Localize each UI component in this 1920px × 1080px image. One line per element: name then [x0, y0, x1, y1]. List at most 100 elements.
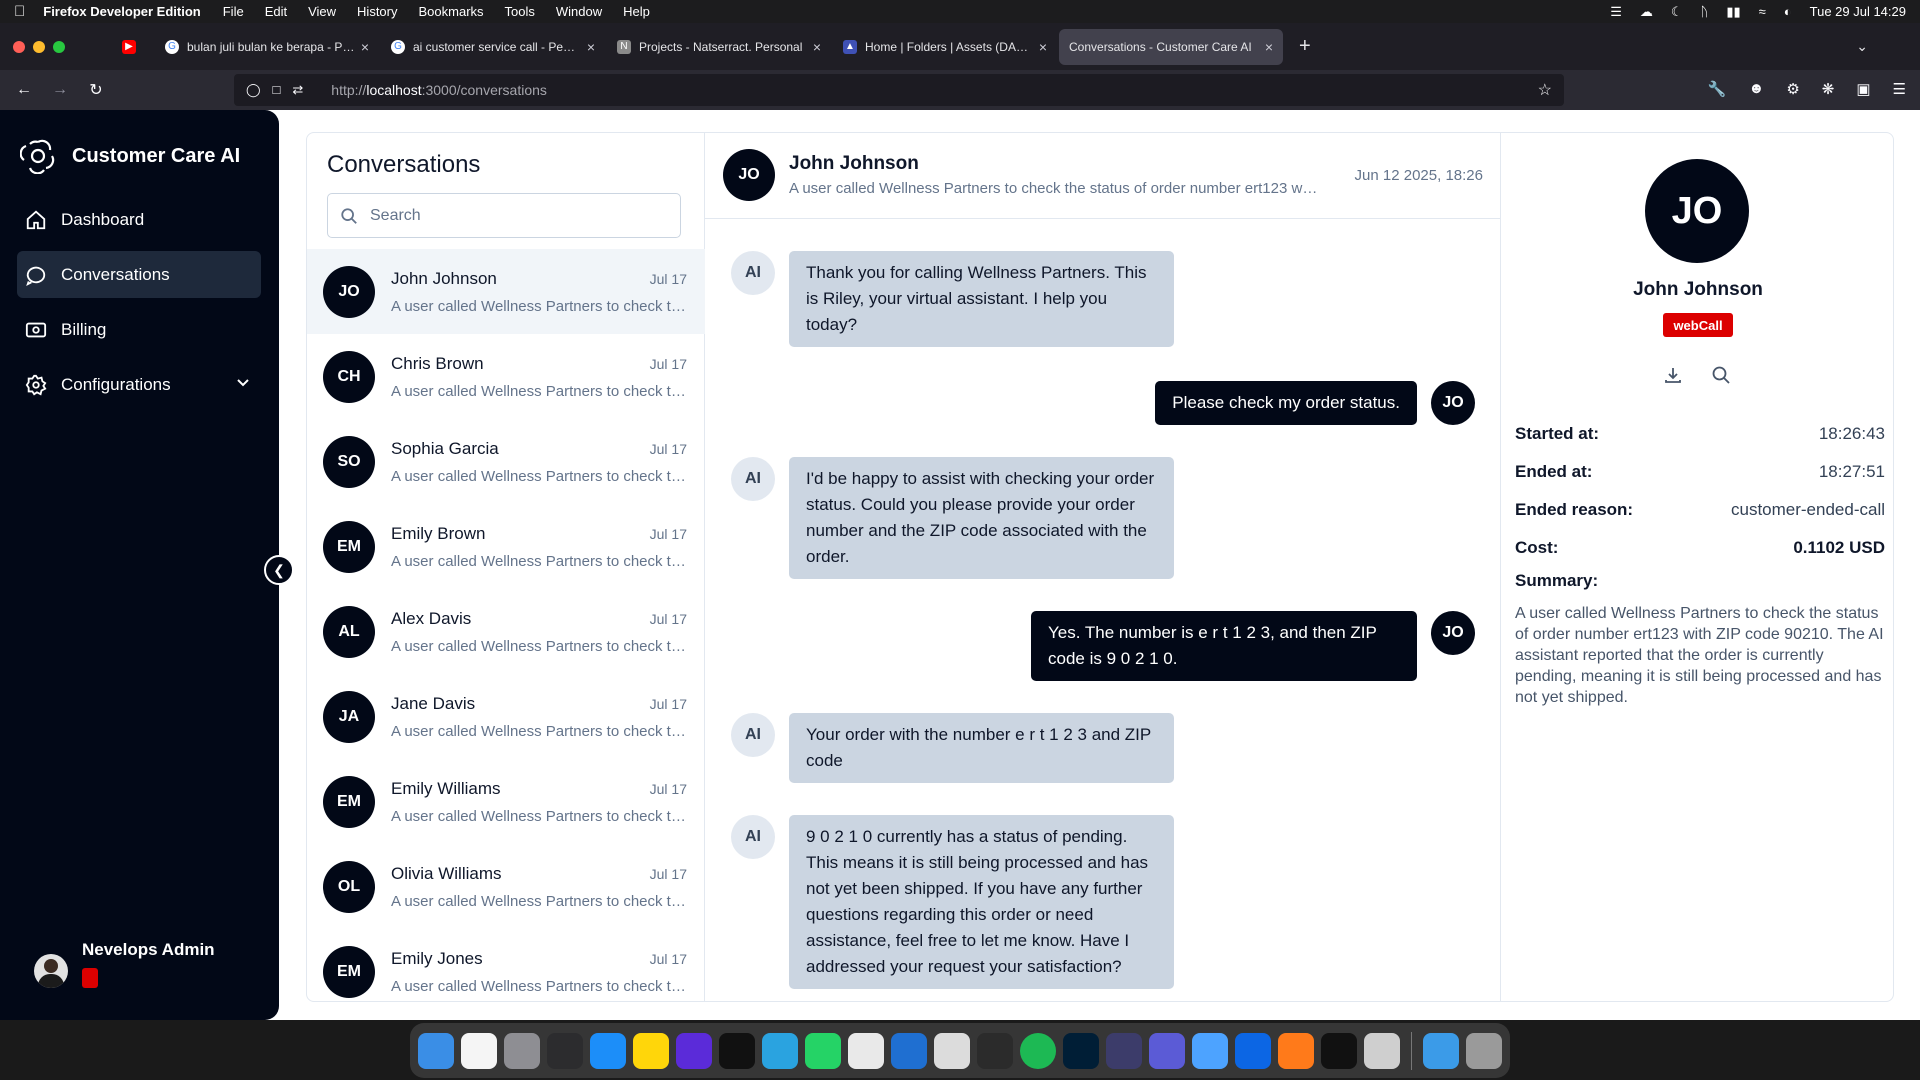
- bluetooth-icon[interactable]: ᚢ: [1701, 4, 1709, 19]
- tab-dam-home[interactable]: ▲ Home | Folders | Assets (DAM) | ×: [833, 29, 1057, 65]
- site-info-icon[interactable]: ◯□⇄: [246, 82, 315, 98]
- contact-name: Alex Davis: [391, 608, 472, 628]
- editor-icon[interactable]: [977, 1032, 1013, 1069]
- list-item[interactable]: EM Emily Jones Jul 17 A user called Welln…: [307, 929, 705, 1001]
- list-item[interactable]: AL Alex Davis Jul 17 A user called Wellne…: [307, 589, 705, 674]
- collapse-sidebar-button[interactable]: ❮: [264, 555, 294, 585]
- menu-edit[interactable]: Edit: [265, 4, 287, 19]
- telegram-icon[interactable]: [762, 1032, 798, 1069]
- app-store-icon[interactable]: [590, 1032, 626, 1069]
- tab-google-search-1[interactable]: G bulan juli bulan ke berapa - Penelusur…: [155, 29, 379, 65]
- close-tab-icon[interactable]: ×: [1265, 39, 1273, 55]
- finder-icon[interactable]: [418, 1032, 454, 1069]
- conversation-date: Jul 17: [649, 695, 687, 712]
- toggle-icon[interactable]: ◐: [1784, 4, 1792, 19]
- close-window-button[interactable]: [13, 40, 25, 53]
- search-field[interactable]: [327, 193, 681, 238]
- wifi-icon[interactable]: ≈: [1759, 4, 1766, 19]
- list-item[interactable]: EM Emily Brown Jul 17 A user called Welln…: [307, 504, 705, 589]
- back-button[interactable]: ←: [6, 81, 42, 99]
- extensions-icon[interactable]: ⚙: [1786, 80, 1799, 98]
- battery-icon[interactable]: ▮▮: [1726, 4, 1740, 20]
- menubar-app-name[interactable]: Firefox Developer Edition: [43, 4, 200, 19]
- preview-icon[interactable]: [934, 1032, 970, 1069]
- sidebar-user[interactable]: Nevelops Admin: [34, 940, 215, 988]
- tab-pinned-youtube[interactable]: ▶: [113, 29, 153, 65]
- control-center-icon[interactable]: ☰: [1610, 4, 1622, 20]
- zoom-window-button[interactable]: [53, 40, 65, 53]
- new-tab-button[interactable]: +: [1299, 35, 1311, 58]
- list-item[interactable]: CH Chris Brown Jul 17 A user called Welln…: [307, 334, 705, 419]
- sidebar-item-configurations[interactable]: Configurations: [17, 361, 261, 408]
- search-icon[interactable]: [1711, 365, 1731, 385]
- url-bar[interactable]: ◯□⇄ http://localhost:3000/conversations …: [234, 74, 1564, 106]
- trash-icon[interactable]: [1466, 1032, 1502, 1069]
- minimize-window-button[interactable]: [33, 40, 45, 53]
- list-item[interactable]: SO Sophia Garcia Jul 17 A user called Wel…: [307, 419, 705, 504]
- upwork-icon[interactable]: [1321, 1032, 1357, 1069]
- close-tab-icon[interactable]: ×: [587, 39, 595, 55]
- menu-help[interactable]: Help: [623, 4, 650, 19]
- chrome-icon[interactable]: [848, 1032, 884, 1069]
- downloads-folder-icon[interactable]: [1423, 1032, 1459, 1069]
- firefox-icon[interactable]: [891, 1032, 927, 1069]
- tab-projects[interactable]: N Projects - Natserract. Personal ×: [607, 29, 831, 65]
- menu-tools[interactable]: Tools: [505, 4, 535, 19]
- apple-icon[interactable]: : [14, 3, 25, 20]
- account-icon[interactable]: ☻: [1749, 80, 1765, 98]
- menubar-clock[interactable]: Tue 29 Jul 14:29: [1810, 4, 1906, 19]
- search-input[interactable]: [370, 206, 650, 225]
- devtools-icon[interactable]: ❋: [1822, 80, 1835, 98]
- firefox-dev-icon[interactable]: [676, 1032, 712, 1069]
- menu-window[interactable]: Window: [556, 4, 602, 19]
- cloud-icon[interactable]: ☁: [1640, 4, 1653, 20]
- bookmark-star-icon[interactable]: ☆: [1538, 80, 1552, 100]
- list-item[interactable]: EM Emily Williams Jul 17 A user called We…: [307, 759, 705, 844]
- tab-google-search-2[interactable]: G ai customer service call - Penelusuran…: [381, 29, 605, 65]
- brand[interactable]: Customer Care AI: [20, 138, 240, 174]
- macos-menubar:  Firefox Developer Edition File Edit Vi…: [0, 0, 1920, 23]
- calendar-icon[interactable]: [461, 1032, 497, 1069]
- menu-bookmarks[interactable]: Bookmarks: [419, 4, 484, 19]
- figma-icon[interactable]: [547, 1032, 583, 1069]
- menu-hamburger-icon[interactable]: ☰: [1893, 80, 1906, 98]
- sidebar-item-billing[interactable]: Billing: [17, 306, 261, 353]
- notes-icon[interactable]: [633, 1032, 669, 1069]
- chevron-down-icon[interactable]: [235, 374, 251, 395]
- mail-icon[interactable]: [1192, 1032, 1228, 1069]
- sidebar-item-conversations[interactable]: Conversations: [17, 251, 261, 298]
- menu-file[interactable]: File: [223, 4, 244, 19]
- tab-conversations[interactable]: Conversations - Customer Care AI ×: [1059, 28, 1283, 65]
- menu-view[interactable]: View: [308, 4, 336, 19]
- close-tab-icon[interactable]: ×: [813, 39, 821, 55]
- sublime-icon[interactable]: [1278, 1032, 1314, 1069]
- avatar: JO: [323, 265, 375, 318]
- reload-button[interactable]: ↻: [78, 80, 114, 100]
- system-settings-icon[interactable]: [504, 1032, 540, 1069]
- linear-icon[interactable]: [1149, 1032, 1185, 1069]
- toolbox-icon[interactable]: [1106, 1032, 1142, 1069]
- list-item[interactable]: JO John Johnson Jul 17 A user called Well…: [307, 249, 705, 334]
- ai-avatar: AI: [731, 713, 775, 757]
- ai-avatar: AI: [731, 815, 775, 859]
- whatsapp-icon[interactable]: [805, 1032, 841, 1069]
- spotify-icon[interactable]: [1020, 1032, 1056, 1069]
- menu-history[interactable]: History: [357, 4, 397, 19]
- list-item[interactable]: OL Olivia Williams Jul 17 A user called W…: [307, 844, 705, 929]
- disk-utility-icon[interactable]: [1364, 1032, 1400, 1069]
- sidebar-item-dashboard[interactable]: Dashboard: [17, 196, 261, 243]
- download-icon[interactable]: [1663, 365, 1683, 385]
- chat-panel: JO John Johnson A user called Wellness P…: [705, 133, 1501, 1001]
- reader-icon[interactable]: ▣: [1856, 80, 1870, 98]
- list-item[interactable]: JA Jane Davis Jul 17 A user called Wellne…: [307, 674, 705, 759]
- forward-button[interactable]: →: [42, 81, 78, 99]
- tab-list-chevron-icon[interactable]: ⌄: [1856, 38, 1868, 55]
- moon-icon[interactable]: ☾: [1671, 4, 1683, 20]
- photoshop-icon[interactable]: [1063, 1032, 1099, 1069]
- close-tab-icon[interactable]: ×: [1039, 39, 1047, 55]
- wrench-icon[interactable]: 🔧: [1708, 80, 1727, 98]
- terminal-icon[interactable]: [719, 1032, 755, 1069]
- close-tab-icon[interactable]: ×: [361, 39, 369, 55]
- trello-icon[interactable]: [1235, 1032, 1271, 1069]
- avatar: EM: [323, 945, 375, 998]
